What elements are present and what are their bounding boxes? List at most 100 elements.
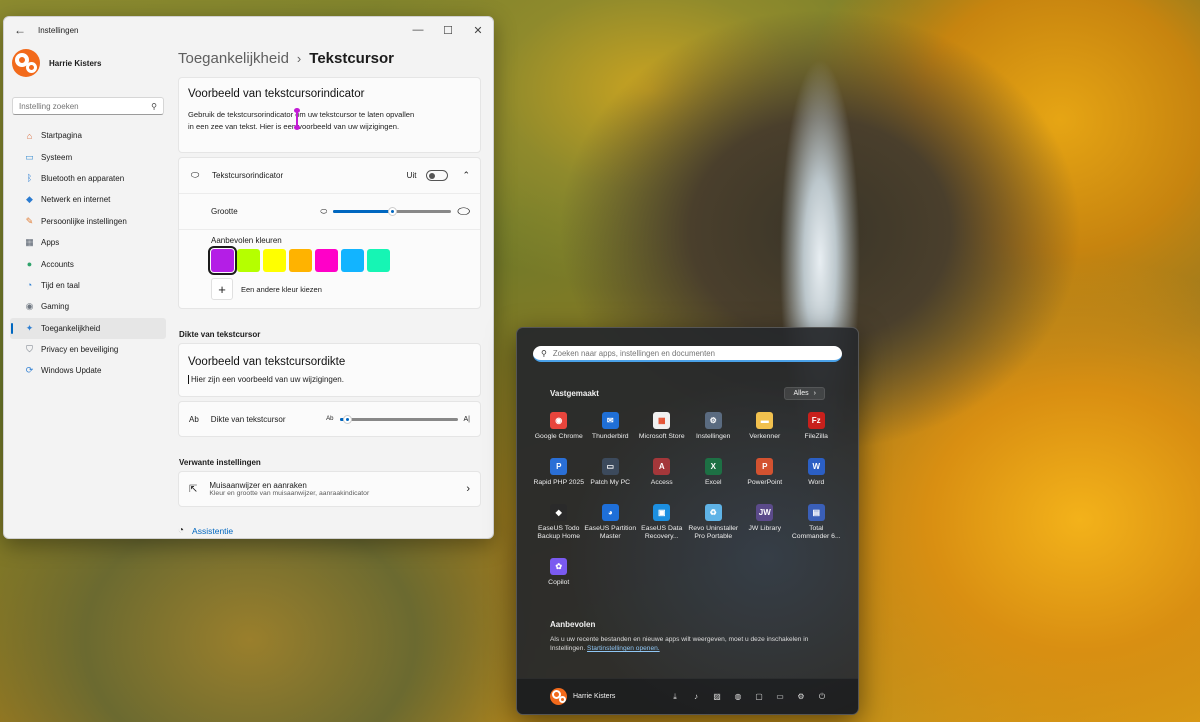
all-apps-button[interactable]: Alles › — [784, 386, 825, 400]
close-button[interactable]: ✕ — [463, 17, 493, 43]
color-swatch[interactable] — [341, 249, 364, 272]
color-swatch[interactable] — [263, 249, 286, 272]
pinned-app-label: PowerPoint — [747, 479, 783, 486]
settings-search-box[interactable]: ⚲ — [12, 97, 164, 115]
breadcrumb-parent[interactable]: Toegankelijkheid — [178, 50, 289, 67]
sidebar-item-startpagina[interactable]: ⌂ Startpagina — [10, 125, 166, 146]
music-icon[interactable]: ♪ — [690, 691, 702, 703]
store-icon: ▦ — [653, 412, 671, 429]
sidebar-item-label: Persoonlijke instellingen — [41, 216, 127, 226]
pinned-app[interactable]: ◉ Google Chrome — [533, 412, 585, 452]
settings-search-input[interactable] — [19, 101, 152, 111]
colors-label: Aanbevolen kleuren — [211, 236, 282, 245]
pinned-app[interactable]: Fz FileZilla — [791, 412, 843, 452]
pictures-icon[interactable]: ▨ — [711, 691, 723, 703]
sidebar-item-bluetooth-en-apparaten[interactable]: ᛒ Bluetooth en apparaten — [10, 168, 166, 189]
indicator-toggle[interactable] — [426, 170, 449, 181]
sidebar-item-windows-update[interactable]: ⟳ Windows Update — [10, 360, 166, 381]
start-user-name[interactable]: Harrie Kisters — [573, 693, 615, 700]
pinned-app[interactable]: ✿ Copilot — [533, 558, 585, 598]
chevron-up-icon[interactable]: ⌃ — [462, 170, 470, 181]
maximize-button[interactable]: ☐ — [433, 17, 463, 43]
pinned-app[interactable]: ▬ Verkenner — [739, 412, 791, 452]
sidebar-item-systeem[interactable]: ▭ Systeem — [10, 146, 166, 167]
help-icon: ◔ — [178, 525, 185, 536]
size-slider-track[interactable] — [333, 207, 452, 216]
pinned-app[interactable]: ⚙ Instellingen — [688, 412, 740, 452]
sidebar-item-apps[interactable]: ▦ Apps — [10, 232, 166, 253]
main-content: Toegankelijkheid › Tekstcursor Voorbeeld… — [178, 43, 481, 538]
start-search-input[interactable] — [552, 348, 834, 358]
mouse-pointer-link[interactable]: ⇱ Muisaanwijzer en aanraken Kleur en gro… — [178, 471, 481, 507]
search-icon[interactable]: ⚲ — [151, 102, 157, 111]
folder-personal-icon[interactable]: ▢ — [753, 691, 765, 703]
footer-icons: ⤓ ♪ ▨ ◍ ▢ ▭ ⚙ ⏻ — [669, 691, 828, 703]
pinned-app[interactable]: ♻ Revo Uninstaller Pro Portable — [688, 504, 740, 552]
pinned-app-label: Microsoft Store — [638, 433, 685, 440]
thickness-slider-thumb[interactable] — [343, 414, 353, 424]
sidebar-item-tijd-en-taal[interactable]: ◔ Tijd en taal — [10, 275, 166, 296]
size-slider[interactable]: ⬭ ⬭ — [320, 203, 470, 220]
color-swatch[interactable] — [208, 246, 237, 275]
patch-my-pc-icon: ▭ — [601, 458, 619, 475]
pinned-app[interactable]: P PowerPoint — [739, 458, 791, 498]
pinned-app[interactable]: ▭ Patch My PC — [585, 458, 637, 498]
pinned-app[interactable]: X Excel — [688, 458, 740, 498]
pinned-app[interactable]: ▤ Total Commander 6... — [791, 504, 843, 552]
avatar[interactable] — [550, 688, 567, 705]
assist-label[interactable]: Assistentie — [192, 526, 233, 536]
avatar — [12, 49, 40, 77]
sidebar-nav: ⌂ Startpagina ▭ Systeem ᛒ Bluetooth en appara… — [4, 125, 172, 382]
color-swatch[interactable] — [289, 249, 312, 272]
sidebar-item-netwerk-en-internet[interactable]: ◆ Netwerk en internet — [10, 189, 166, 210]
pinned-app[interactable]: P Rapid PHP 2025 — [533, 458, 585, 498]
pinned-app[interactable]: W Word — [791, 458, 843, 498]
color-swatch[interactable] — [237, 249, 260, 272]
start-settings-link[interactable]: Startinstellingen openen. — [587, 645, 660, 652]
size-slider-thumb[interactable] — [387, 207, 397, 216]
sidebar-item-persoonlijke-instellingen[interactable]: ✎ Persoonlijke instellingen — [10, 211, 166, 232]
rapid-php-icon: P — [550, 458, 568, 475]
sidebar-item-accounts[interactable]: ● Accounts — [10, 253, 166, 274]
thickness-slider[interactable]: Ab A| — [326, 414, 470, 424]
sidebar-item-label: Apps — [41, 238, 60, 248]
pinned-app-label: Instellingen — [696, 433, 731, 440]
pinned-app[interactable]: ✉ Thunderbird — [585, 412, 637, 452]
pinned-app[interactable]: ▦ Microsoft Store — [636, 412, 688, 452]
sidebar-item-gaming[interactable]: ◉ Gaming — [10, 296, 166, 317]
pinned-app-label: Revo Uninstaller Pro Portable — [688, 525, 739, 540]
user-profile[interactable]: Harrie Kisters — [4, 43, 172, 83]
preview-line-1: Gebruik de tekstcursorindicator om uw te… — [188, 110, 415, 119]
plus-icon[interactable]: + — [211, 278, 233, 300]
pinned-app[interactable]: ◕ EaseUS Partition Master — [584, 504, 636, 552]
pinned-app-label: Copilot — [548, 579, 570, 586]
thickness-slider-track[interactable] — [339, 414, 458, 424]
indicator-toggle-row[interactable]: ⬭ Tekstcursorindicator Uit ⌃ — [179, 158, 480, 194]
color-swatch[interactable] — [315, 249, 338, 272]
assistance-link[interactable]: ◔ Assistentie — [178, 525, 481, 536]
back-arrow-icon[interactable]: ← — [12, 22, 28, 38]
sidebar-item-label: Gaming — [41, 302, 70, 312]
pinned-app[interactable]: JW JW Library — [739, 504, 791, 544]
pinned-app[interactable]: A Access — [636, 458, 688, 498]
sidebar-item-privacy-en-beveiliging[interactable]: ⛉ Privacy en beveiliging — [10, 339, 166, 360]
pinned-app[interactable]: ▣ EaseUS Data Recovery... — [636, 504, 688, 552]
thunderbird-icon: ✉ — [601, 412, 619, 429]
power-icon[interactable]: ⏻ — [816, 691, 828, 703]
pinned-app-label: EaseUS Todo Backup Home — [537, 525, 581, 540]
downloads-icon[interactable]: ⤓ — [669, 691, 681, 703]
sidebar: Harrie Kisters ⚲ ⌂ Startpagina ▭ Systeem ᛒ Bl… — [4, 43, 172, 538]
colors-section: Aanbevolen kleuren + Een andere kleur ki… — [179, 236, 480, 308]
minimize-button[interactable]: — — [403, 17, 433, 43]
chevron-right-icon: › — [466, 483, 470, 495]
sidebar-item-toegankelijkheid[interactable]: ✦ Toegankelijkheid — [10, 317, 166, 339]
color-swatch[interactable] — [367, 249, 390, 272]
explorer-icon[interactable]: ▭ — [774, 691, 786, 703]
settings-icon[interactable]: ⚙ — [795, 691, 807, 703]
pinned-app[interactable]: ◆ EaseUS Todo Backup Home — [533, 504, 585, 552]
start-search-box[interactable]: ⚲ — [533, 346, 842, 362]
sidebar-item-label: Bluetooth en apparaten — [41, 173, 125, 183]
access-icon: A — [653, 458, 671, 475]
network-globe-icon[interactable]: ◍ — [732, 691, 744, 703]
custom-color-row[interactable]: + Een andere kleur kiezen — [211, 278, 480, 300]
